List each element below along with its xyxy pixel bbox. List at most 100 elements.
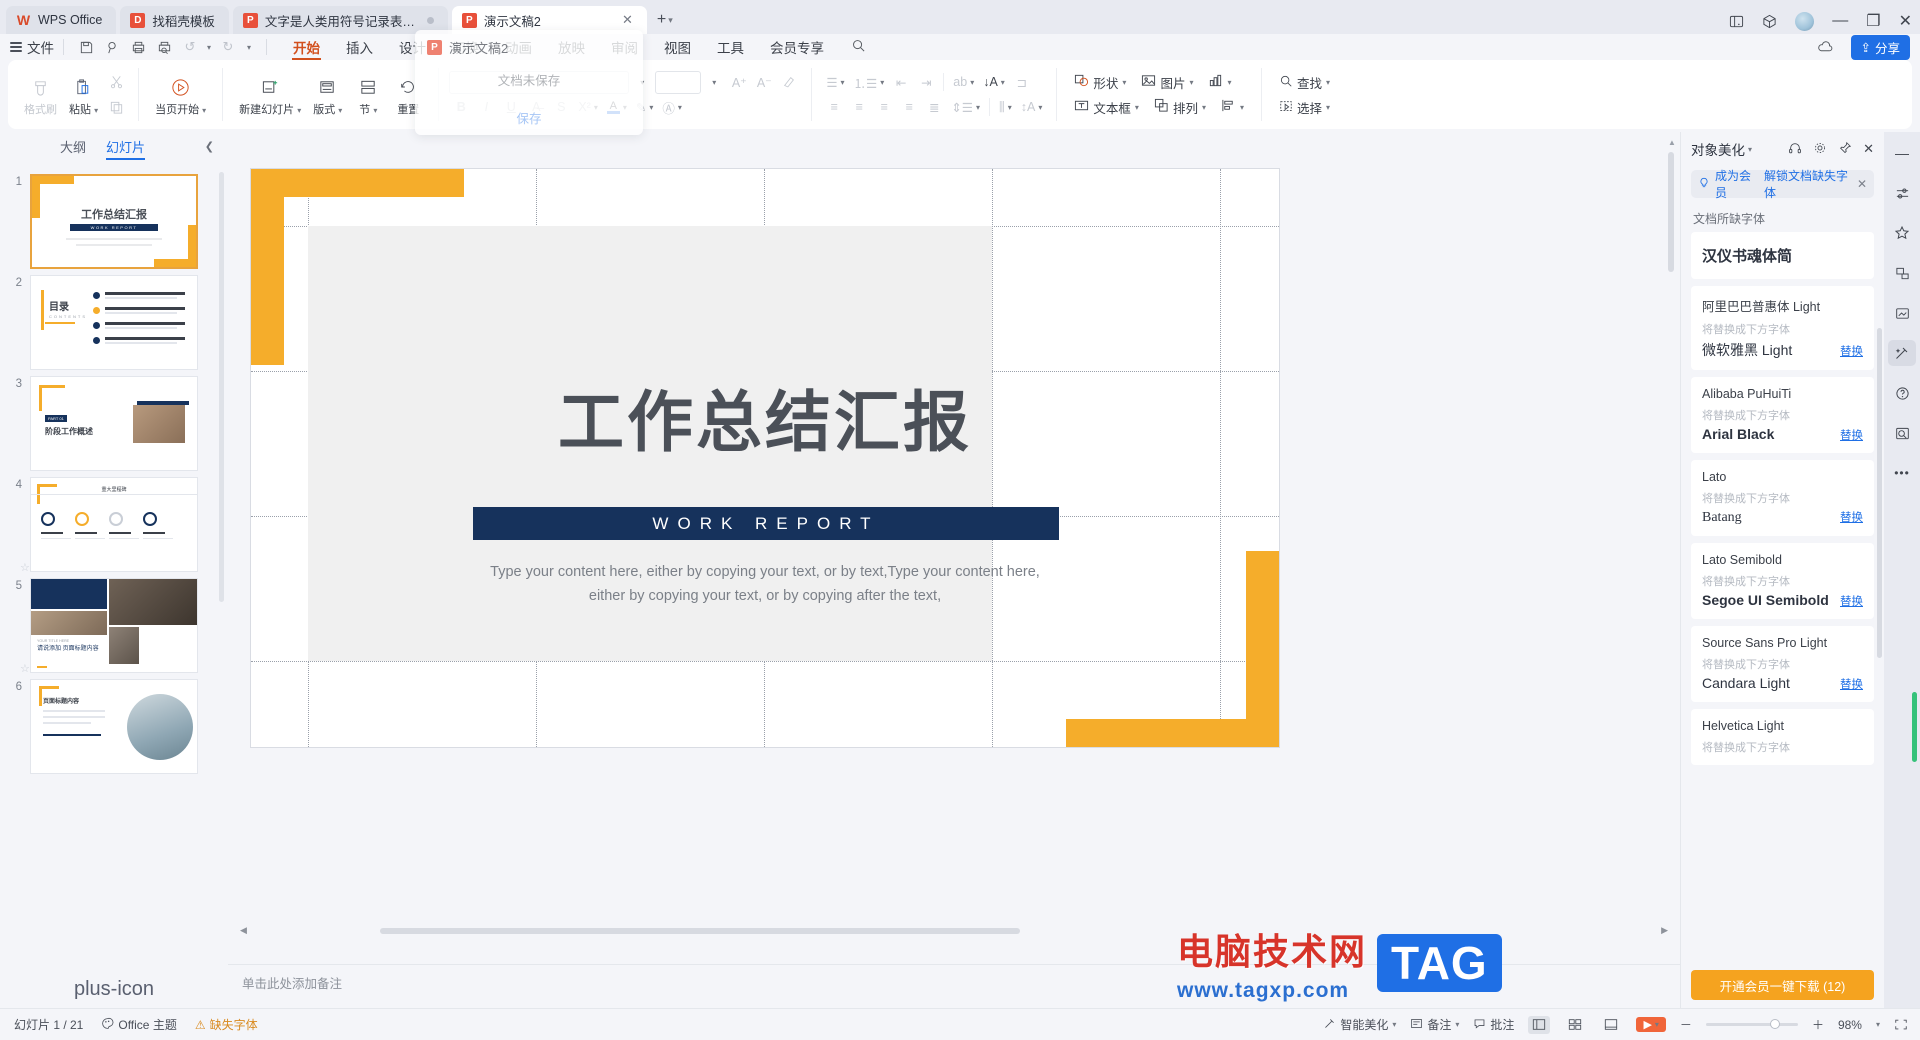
zoom-level[interactable]: 98% xyxy=(1838,1018,1862,1032)
slide-thumbnail[interactable]: 重大里程碑 xyxy=(30,477,198,572)
start-from-current-button[interactable]: 当页开始 ▾ xyxy=(149,72,212,117)
scroll-left-icon[interactable]: ◀ xyxy=(240,925,247,936)
picture-button[interactable]: 图片 ▾ xyxy=(1134,71,1200,94)
beautify-icon[interactable] xyxy=(1888,340,1916,366)
text-effect-icon[interactable]: Ⓐ ▾ xyxy=(658,96,686,119)
smart-beautify-button[interactable]: 智能美化 ▾ xyxy=(1323,1016,1396,1033)
chevron-down-icon[interactable]: ▾ xyxy=(702,71,726,94)
slide-thumbnail[interactable]: 工作总结汇报 WORK REPORT xyxy=(30,174,198,269)
cut-icon[interactable] xyxy=(104,70,128,93)
thumbnail-list[interactable]: 1 工作总结汇报 WORK REPORT 2 目录 CONTENTS 3 PAR… xyxy=(0,164,228,970)
font-grow-icon[interactable]: A⁺ xyxy=(727,71,751,94)
zoom-out-button[interactable]: － xyxy=(1680,1016,1692,1033)
scroll-right-icon[interactable]: ▶ xyxy=(1661,925,1668,936)
play-button[interactable]: ▶ ▾ xyxy=(1636,1017,1666,1032)
share-button[interactable]: ⇪ 分享 xyxy=(1850,34,1910,60)
increase-indent-icon[interactable]: ⇥ xyxy=(914,71,938,94)
replace-button[interactable]: 替换 xyxy=(1840,593,1863,609)
shapes-panel-icon[interactable] xyxy=(1888,260,1916,286)
tab-document[interactable]: P 文字是人类用符号记录表达信息以( xyxy=(232,6,448,34)
membership-promo-banner[interactable]: 成为会员 解锁文档缺失字体 ✕ xyxy=(1691,169,1874,200)
align-objects-button[interactable]: ▾ xyxy=(1214,96,1251,119)
tab-insert[interactable]: 插入 xyxy=(333,34,386,60)
align-left-icon[interactable]: ≡ xyxy=(822,96,846,119)
unlock-membership-button[interactable]: 开通会员一键下载 (12) xyxy=(1691,970,1874,1000)
tab-outline[interactable]: 大纲 xyxy=(60,137,86,160)
justify-icon[interactable]: ≡ xyxy=(897,96,921,119)
chevron-down-icon[interactable]: ▾ xyxy=(1876,1020,1880,1029)
zoom-slider[interactable] xyxy=(1705,1019,1798,1029)
theme-indicator[interactable]: Office 主题 xyxy=(101,1016,177,1033)
replace-button[interactable]: 替换 xyxy=(1840,676,1863,692)
design-idea-icon[interactable] xyxy=(1888,300,1916,326)
close-button[interactable]: ✕ xyxy=(1899,11,1912,31)
arrange-button[interactable]: 排列 ▾ xyxy=(1147,96,1213,119)
tab-docer-template[interactable]: D 找稻壳模板 xyxy=(120,6,229,34)
line-spacing-icon[interactable]: ⇕☰ ▾ xyxy=(947,96,984,119)
decrease-indent-icon[interactable]: ⇤ xyxy=(889,71,913,94)
copy-icon[interactable] xyxy=(104,96,128,119)
ab-icon[interactable]: ab ▾ xyxy=(949,71,978,94)
columns-icon[interactable]: ⫼ ▾ xyxy=(995,96,1016,119)
thumbnail-row[interactable]: 5 ☆ YOUR TITLE HERE 请说添加 页面标题内容 xyxy=(0,572,228,675)
star-outline-icon[interactable] xyxy=(1888,220,1916,246)
avatar[interactable] xyxy=(1795,11,1815,31)
pin-icon[interactable] xyxy=(1838,141,1852,158)
font-size-input[interactable] xyxy=(655,70,702,94)
adjust-icon[interactable] xyxy=(1888,180,1916,206)
rail-scroll-indicator[interactable] xyxy=(1912,692,1917,762)
numbering-icon[interactable]: ⒈☰ ▾ xyxy=(850,71,889,94)
select-button[interactable]: 选择 ▾ xyxy=(1272,96,1337,119)
cube-icon[interactable] xyxy=(1762,14,1777,29)
unsaved-document-tooltip[interactable]: P 演示文稿2 文档未保存 保存 xyxy=(415,30,643,135)
thumbnail-row[interactable]: 2 目录 CONTENTS xyxy=(0,269,228,370)
reading-view-icon[interactable] xyxy=(1600,1016,1622,1034)
paste-button[interactable]: 粘贴 ▾ xyxy=(63,72,104,117)
zoom-in-button[interactable]: ＋ xyxy=(1812,1016,1824,1033)
zoom-slider-knob[interactable] xyxy=(1769,1019,1780,1029)
slide-subtitle-band[interactable]: WORK REPORT xyxy=(473,507,1059,540)
cloud-sync-icon[interactable] xyxy=(1813,36,1839,58)
notes-pane[interactable]: 单击此处添加备注 xyxy=(228,964,1680,1008)
bullets-icon[interactable]: ☰ ▾ xyxy=(822,71,848,94)
minimize-button[interactable]: — xyxy=(1832,12,1848,30)
new-slide-button[interactable]: 新建幻灯片 ▾ xyxy=(233,72,307,117)
slide-thumbnail[interactable]: 页面标题内容 xyxy=(30,679,198,774)
tab-tools[interactable]: 工具 xyxy=(704,34,757,60)
panel-scrollbar[interactable] xyxy=(1877,328,1882,658)
print-icon[interactable] xyxy=(125,36,151,58)
normal-view-icon[interactable] xyxy=(1528,1015,1551,1034)
thumbnail-row[interactable]: 3 PART 01 阶段工作概述 xyxy=(0,370,228,471)
headset-icon[interactable] xyxy=(1788,141,1802,158)
more-icon[interactable]: ▾ xyxy=(241,36,257,58)
print-preview-icon[interactable] xyxy=(151,36,177,58)
more-dots-icon[interactable]: ••• xyxy=(1888,460,1916,486)
replace-button[interactable]: 替换 xyxy=(1840,509,1863,525)
chart-button[interactable]: ▾ xyxy=(1201,71,1238,94)
chevron-left-icon[interactable]: ❮ xyxy=(205,140,214,153)
search-icon[interactable] xyxy=(851,38,866,56)
comments-button[interactable]: 批注 xyxy=(1473,1016,1514,1033)
slide-thumbnail[interactable]: YOUR TITLE HERE 请说添加 页面标题内容 xyxy=(30,578,198,673)
tab-start[interactable]: 开始 xyxy=(280,34,333,60)
replace-button[interactable]: 替换 xyxy=(1840,427,1863,443)
chevron-down-icon[interactable]: ▾ xyxy=(1655,1020,1659,1029)
close-icon[interactable]: ✕ xyxy=(1857,177,1867,191)
sorter-view-icon[interactable] xyxy=(1564,1016,1586,1034)
text-direction-icon[interactable]: ↕A ▾ xyxy=(1017,96,1047,119)
close-icon[interactable]: ✕ xyxy=(622,12,633,28)
panel-icon[interactable] xyxy=(1729,14,1744,29)
chevron-down-icon[interactable]: ▾ xyxy=(1748,145,1752,154)
chart-panel-icon[interactable] xyxy=(1888,420,1916,446)
slide-body-text[interactable]: Type your content here, either by copyin… xyxy=(451,561,1079,609)
format-brush-button[interactable]: 格式刷 xyxy=(18,72,63,117)
section-button[interactable]: 节 ▾ xyxy=(348,72,388,117)
help-icon[interactable] xyxy=(1888,380,1916,406)
missing-font-list[interactable]: 汉仪书魂体简 阿里巴巴普惠体 Light 将替换成下方字体 微软雅黑 Light… xyxy=(1681,232,1884,1008)
missing-font-indicator[interactable]: ⚠ 缺失字体 xyxy=(195,1016,258,1033)
align-right-icon[interactable]: ≡ xyxy=(872,96,896,119)
slide-canvas[interactable]: 工作总结汇报 WORK REPORT Type your content her… xyxy=(250,168,1280,748)
clear-format-icon[interactable] xyxy=(777,71,801,94)
file-menu-button[interactable]: 文件 xyxy=(10,37,54,57)
font-shrink-icon[interactable]: A⁻ xyxy=(752,71,776,94)
